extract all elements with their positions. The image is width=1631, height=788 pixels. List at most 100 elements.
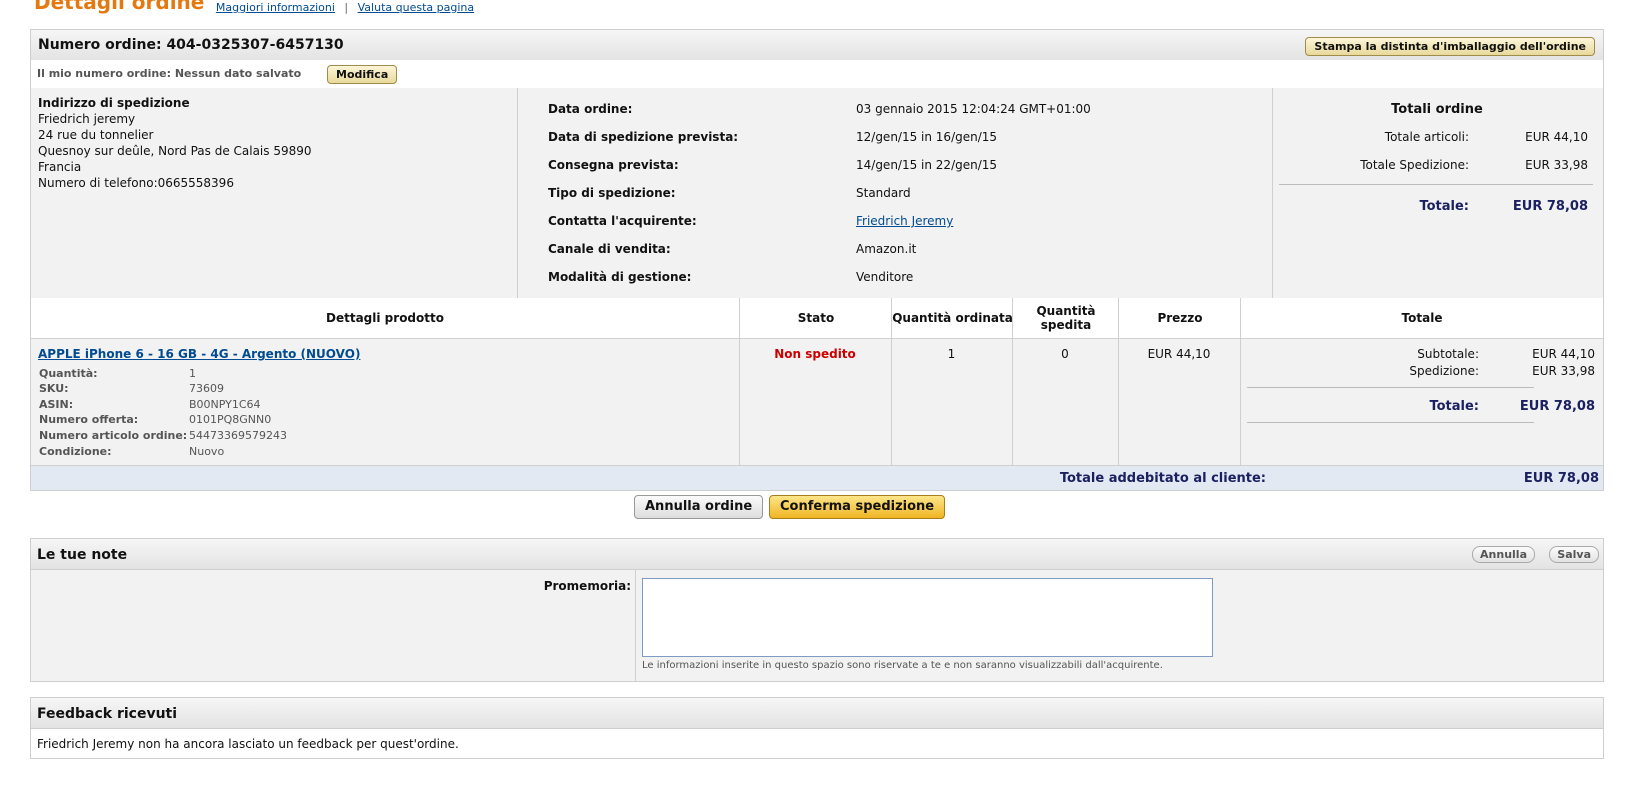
reminder-textarea[interactable]	[642, 578, 1213, 657]
order-total-value: EUR 78,08	[1512, 199, 1588, 214]
shipping-label: Spedizione:	[1409, 364, 1479, 378]
detail-label: Quantità:	[39, 367, 98, 380]
detail-value: 73609	[189, 382, 224, 395]
meta-value: Amazon.it	[856, 242, 917, 256]
meta-expected-delivery: Consegna prevista: 14/gen/15 in 22/gen/1…	[548, 158, 1248, 174]
detail-value: 54473369579243	[189, 429, 287, 442]
more-info-link[interactable]: Maggiori informazioni	[216, 1, 335, 14]
meta-fulfillment: Modalità di gestione: Venditore	[548, 270, 1248, 286]
detail-value: 1	[189, 367, 196, 380]
order-header: Numero ordine: 404-0325307-6457130 Stamp…	[30, 29, 1604, 61]
total-charged-value: EUR 78,08	[1523, 471, 1599, 486]
order-number: Numero ordine: 404-0325307-6457130	[38, 37, 344, 53]
address-line: Friedrich jeremy	[38, 112, 136, 126]
shipping-total-label: Totale Spedizione:	[1360, 158, 1469, 172]
total-charged-row: Totale addebitato al cliente: EUR 78,08	[31, 465, 1603, 490]
divider	[1240, 338, 1241, 466]
line-total-value: EUR 78,08	[1519, 399, 1595, 414]
column-header: Stato	[739, 298, 892, 338]
order-info-panel: Indirizzo di spedizione Friedrich jeremy…	[30, 88, 1604, 299]
meta-order-date: Data ordine: 03 gennaio 2015 12:04:24 GM…	[548, 102, 1248, 118]
divider	[517, 88, 518, 298]
column-header: Prezzo	[1118, 298, 1241, 338]
product-link[interactable]: APPLE iPhone 6 - 16 GB - 4G - Argento (N…	[38, 347, 360, 361]
detail-value: Nuovo	[189, 445, 225, 458]
cancel-order-button[interactable]: Annulla ordine	[634, 495, 764, 519]
column-header: Quantità ordinata	[891, 298, 1013, 338]
meta-value: Venditore	[856, 270, 914, 284]
modify-button[interactable]: Modifica	[327, 65, 398, 84]
divider	[1247, 422, 1534, 423]
divider	[1247, 387, 1534, 388]
shipping-value: EUR 33,98	[1532, 364, 1595, 378]
items-total-value: EUR 44,10	[1525, 130, 1588, 144]
shipping-address-heading: Indirizzo di spedizione	[38, 96, 190, 110]
meta-label: Data di spedizione prevista:	[548, 130, 739, 144]
meta-expected-ship: Data di spedizione prevista: 12/gen/15 i…	[548, 130, 1248, 146]
items-total-label: Totale articoli:	[1384, 130, 1469, 144]
divider	[635, 570, 636, 681]
shipping-address: Indirizzo di spedizione Friedrich jeremy…	[38, 95, 312, 191]
notes-section: Le tue note Annulla Salva Promemoria: Le…	[30, 538, 1604, 682]
table-header: Dettagli prodotto Stato Quantità ordinat…	[31, 298, 1603, 339]
confirm-shipment-button[interactable]: Conferma spedizione	[769, 495, 946, 519]
address-line: Quesnoy sur deûle, Nord Pas de Calais 59…	[38, 144, 312, 158]
product-table: Dettagli prodotto Stato Quantità ordinat…	[30, 298, 1604, 491]
total-charged-label: Totale addebitato al cliente:	[1059, 471, 1266, 486]
address-phone: Numero di telefono:0665558396	[38, 176, 234, 190]
column-header: Quantità spedita	[1012, 298, 1119, 338]
detail-label: Condizione:	[39, 445, 112, 458]
meta-label: Canale di vendita:	[548, 242, 671, 256]
unit-price: EUR 44,10	[1147, 347, 1211, 361]
meta-value: Standard	[856, 186, 911, 200]
meta-label: Modalità di gestione:	[548, 270, 692, 284]
status-badge: Non spedito	[774, 347, 856, 361]
meta-sales-channel: Canale di vendita: Amazon.it	[548, 242, 1248, 258]
shipping-total-value: EUR 33,98	[1525, 158, 1588, 172]
reminder-label: Promemoria:	[543, 579, 631, 593]
meta-shipping-type: Tipo di spedizione: Standard	[548, 186, 1248, 202]
detail-label: ASIN:	[39, 398, 74, 411]
rate-page-link[interactable]: Valuta questa pagina	[358, 1, 474, 14]
notes-header: Le tue note Annulla Salva	[31, 539, 1603, 570]
feedback-message: Friedrich Jeremy non ha ancora lasciato …	[37, 737, 459, 751]
meta-value: 03 gennaio 2015 12:04:24 GMT+01:00	[856, 102, 1091, 116]
detail-label: SKU:	[39, 382, 69, 395]
page-header: Dettagli ordine Maggiori informazioni | …	[34, 0, 474, 14]
notes-heading: Le tue note	[37, 547, 128, 563]
notes-save-button[interactable]: Salva	[1549, 546, 1599, 563]
address-line: Francia	[38, 160, 82, 174]
contact-buyer-link[interactable]: Friedrich Jeremy	[856, 214, 953, 228]
meta-contact-buyer: Contatta l'acquirente: Friedrich Jeremy	[548, 214, 1248, 230]
feedback-heading: Feedback ricevuti	[37, 706, 178, 722]
qty-ordered: 1	[947, 347, 956, 361]
divider	[1272, 88, 1273, 298]
subtotal-value: EUR 44,10	[1532, 347, 1595, 361]
notes-cancel-button[interactable]: Annulla	[1472, 546, 1535, 563]
reminder-hint: Le informazioni inserite in questo spazi…	[642, 660, 1163, 671]
feedback-section: Feedback ricevuti Friedrich Jeremy non h…	[30, 697, 1604, 759]
column-header: Dettagli prodotto	[326, 311, 444, 325]
my-order-number-row: Il mio numero ordine: Nessun dato salvat…	[30, 60, 1604, 89]
meta-label: Data ordine:	[548, 102, 633, 116]
order-totals-heading: Totali ordine	[1391, 102, 1483, 117]
detail-label: Numero articolo ordine:	[39, 429, 188, 442]
line-total-label: Totale:	[1429, 399, 1479, 414]
divider	[1279, 184, 1593, 185]
my-order-number: Il mio numero ordine: Nessun dato salvat…	[37, 67, 302, 80]
detail-value: B00NPY1C64	[189, 398, 261, 411]
meta-label: Tipo di spedizione:	[548, 186, 676, 200]
order-total-label: Totale:	[1419, 199, 1469, 214]
address-line: 24 rue du tonnelier	[38, 128, 154, 142]
meta-label: Contatta l'acquirente:	[548, 214, 697, 228]
meta-label: Consegna prevista:	[548, 158, 679, 172]
column-header: Totale	[1240, 298, 1603, 338]
page-title: Dettagli ordine	[34, 0, 205, 14]
qty-shipped: 0	[1061, 347, 1069, 361]
detail-label: Numero offerta:	[39, 413, 139, 426]
print-packing-slip-button[interactable]: Stampa la distinta d'imballaggio dell'or…	[1305, 37, 1595, 56]
meta-value: 12/gen/15 in 16/gen/15	[856, 130, 998, 144]
detail-value: 0101PQ8GNN0	[189, 413, 272, 426]
subtotal-label: Subtotale:	[1417, 347, 1479, 361]
feedback-header: Feedback ricevuti	[31, 698, 1603, 729]
